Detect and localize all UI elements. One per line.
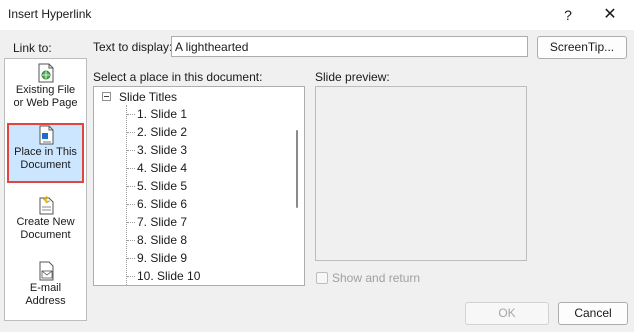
tree-branch xyxy=(127,276,135,277)
link-email-address-line2: Address xyxy=(25,295,66,307)
link-to-label: Link to: xyxy=(13,41,52,55)
title-bar: Insert Hyperlink ? ✕ xyxy=(0,0,634,30)
link-create-new-document-line2: Document xyxy=(20,229,71,241)
new-document-icon xyxy=(39,195,53,215)
email-icon xyxy=(39,261,53,281)
link-existing-file-line1: Existing File xyxy=(15,84,76,96)
tree-item-slide-6[interactable]: 6. Slide 6 xyxy=(137,195,187,213)
tree-item-slide-9[interactable]: 9. Slide 9 xyxy=(137,249,187,267)
tree-item-slide-7[interactable]: 7. Slide 7 xyxy=(137,213,187,231)
link-place-in-document-line2: Document xyxy=(20,159,71,171)
tree-item-slide-5[interactable]: 5. Slide 5 xyxy=(137,177,187,195)
link-email-address-line1: E-mail xyxy=(29,282,62,294)
text-to-display-label: Text to display: xyxy=(93,40,173,54)
tree-branch xyxy=(127,132,135,133)
link-place-in-document-button[interactable]: Place in This Document xyxy=(7,123,84,183)
tree-branch xyxy=(127,114,135,115)
select-place-label: Select a place in this document: xyxy=(93,70,263,84)
help-button[interactable]: ? xyxy=(548,0,588,30)
ok-button[interactable]: OK xyxy=(465,302,549,325)
link-existing-file-button[interactable]: Existing File or Web Page xyxy=(7,63,84,123)
tree-item-slide-4[interactable]: 4. Slide 4 xyxy=(137,159,187,177)
link-email-address-button[interactable]: E-mail Address xyxy=(7,261,84,321)
link-place-in-document-line1: Place in This xyxy=(14,146,77,158)
link-existing-file-line2: or Web Page xyxy=(13,97,78,109)
show-and-return-checkbox[interactable] xyxy=(316,272,328,284)
tree-root-slide-titles[interactable]: Slide Titles xyxy=(119,88,177,106)
show-and-return-label: Show and return xyxy=(332,271,421,285)
tree-item-slide-3[interactable]: 3. Slide 3 xyxy=(137,141,187,159)
tree-branch xyxy=(127,240,135,241)
link-create-new-document-line1: Create New xyxy=(16,216,75,228)
tree-branch xyxy=(127,204,135,205)
screentip-button[interactable]: ScreenTip... xyxy=(537,36,627,59)
tree-item-slide-2[interactable]: 2. Slide 2 xyxy=(137,123,187,141)
tree-item-slide-10[interactable]: 10. Slide 10 xyxy=(137,267,200,285)
tree-item-slide-1[interactable]: 1. Slide 1 xyxy=(137,105,187,123)
tree-item-slide-8[interactable]: 8. Slide 8 xyxy=(137,231,187,249)
place-tree[interactable]: Slide Titles 1. Slide 1 2. Slide 2 3. Sl… xyxy=(93,86,305,286)
tree-branch xyxy=(127,168,135,169)
tree-branch xyxy=(127,222,135,223)
tree-branch xyxy=(127,258,135,259)
cancel-button[interactable]: Cancel xyxy=(558,302,628,325)
text-to-display-input[interactable] xyxy=(171,36,528,57)
tree-scrollbar-thumb[interactable] xyxy=(296,130,298,208)
link-to-bar: Existing File or Web Page Place in This … xyxy=(4,58,87,321)
dialog-title: Insert Hyperlink xyxy=(8,7,92,21)
tree-branch xyxy=(127,186,135,187)
link-create-new-document-button[interactable]: Create New Document xyxy=(7,195,84,255)
collapse-expander-icon[interactable] xyxy=(102,92,111,101)
document-place-icon xyxy=(39,125,53,145)
slide-preview-label: Slide preview: xyxy=(315,70,390,84)
web-page-icon xyxy=(38,63,53,83)
close-button[interactable]: ✕ xyxy=(590,0,630,30)
tree-branch xyxy=(127,150,135,151)
slide-preview-pane xyxy=(315,86,527,261)
